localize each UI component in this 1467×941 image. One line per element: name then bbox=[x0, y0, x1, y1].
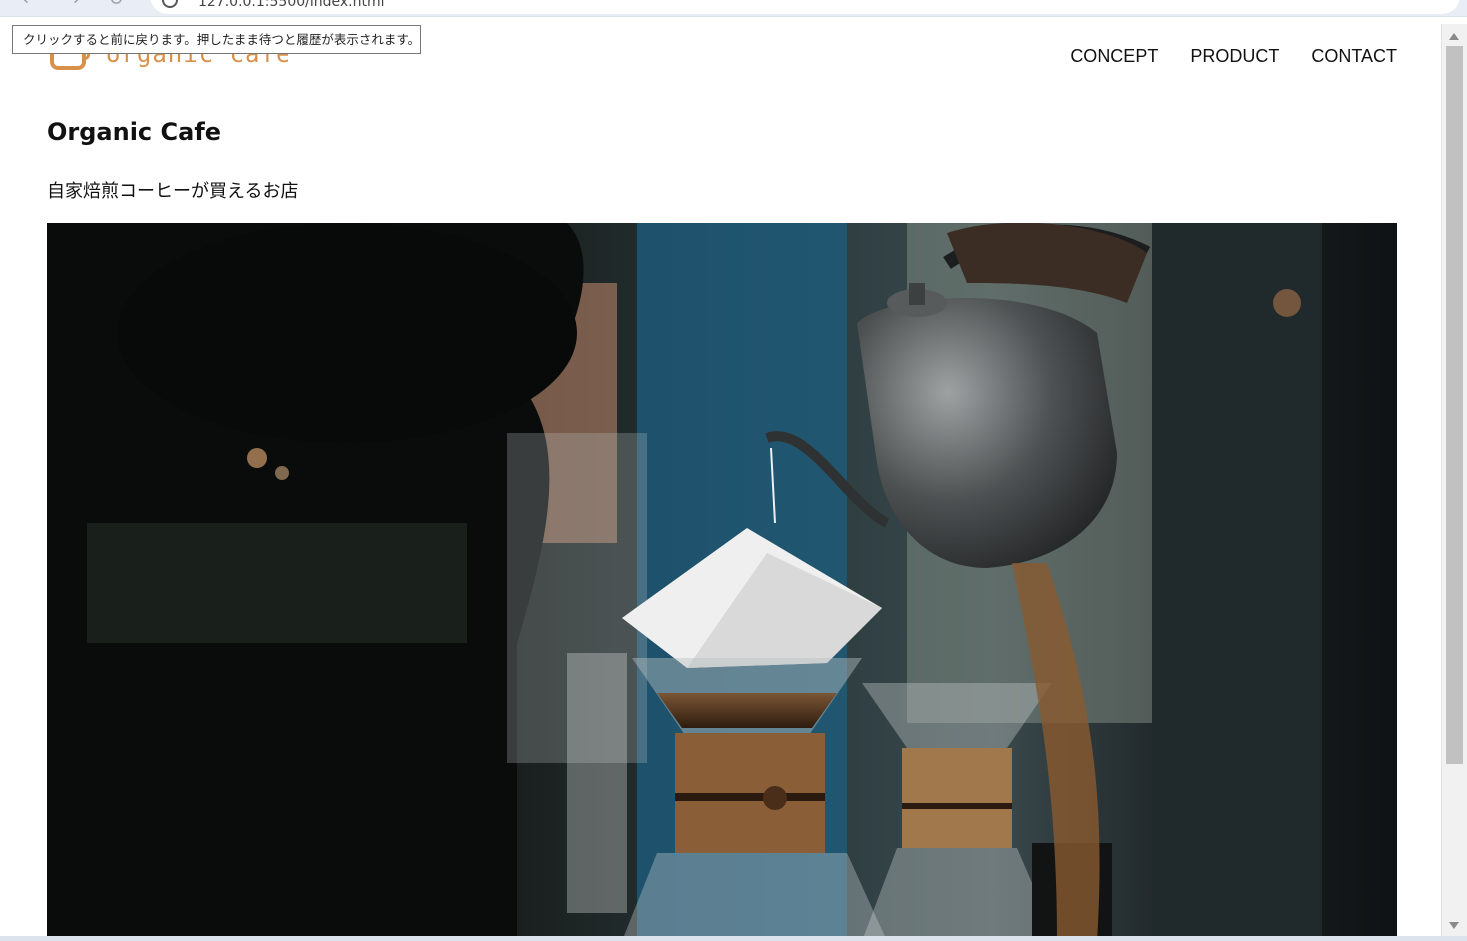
address-bar-url[interactable]: 127.0.0.1:5500/index.html bbox=[198, 0, 385, 10]
back-arrow-icon[interactable]: ← bbox=[20, 0, 40, 10]
tagline: 自家焙煎コーヒーが買えるお店 bbox=[47, 181, 299, 202]
scroll-up-arrow-icon[interactable] bbox=[1449, 33, 1459, 40]
hero-image bbox=[47, 223, 1397, 941]
address-bar[interactable]: 127.0.0.1:5500/index.html bbox=[150, 0, 1460, 14]
viewport-edge bbox=[0, 16, 1467, 25]
browser-toolbar: ← → ↻ 127.0.0.1:5500/index.html bbox=[0, 0, 1467, 16]
nav-link-concept[interactable]: CONCEPT bbox=[1070, 46, 1158, 67]
nav-link-product[interactable]: PRODUCT bbox=[1190, 46, 1279, 67]
back-button-tooltip: クリックすると前に戻ります。押したまま待つと履歴が表示されます。 bbox=[12, 25, 421, 54]
scrollbar-thumb[interactable] bbox=[1446, 46, 1463, 764]
window-bottom-edge bbox=[0, 936, 1467, 941]
page-scrollbar[interactable] bbox=[1441, 24, 1467, 936]
forward-arrow-icon[interactable]: → bbox=[62, 0, 82, 10]
main-nav: CONCEPT PRODUCT CONTACT bbox=[1070, 46, 1397, 67]
reload-icon[interactable]: ↻ bbox=[106, 0, 126, 10]
nav-link-contact[interactable]: CONTACT bbox=[1311, 46, 1397, 67]
scroll-down-arrow-icon[interactable] bbox=[1449, 922, 1459, 929]
page-title: Organic Cafe bbox=[47, 118, 222, 146]
site-info-icon[interactable] bbox=[162, 0, 178, 8]
pour-over-coffee-illustration bbox=[47, 223, 1397, 941]
